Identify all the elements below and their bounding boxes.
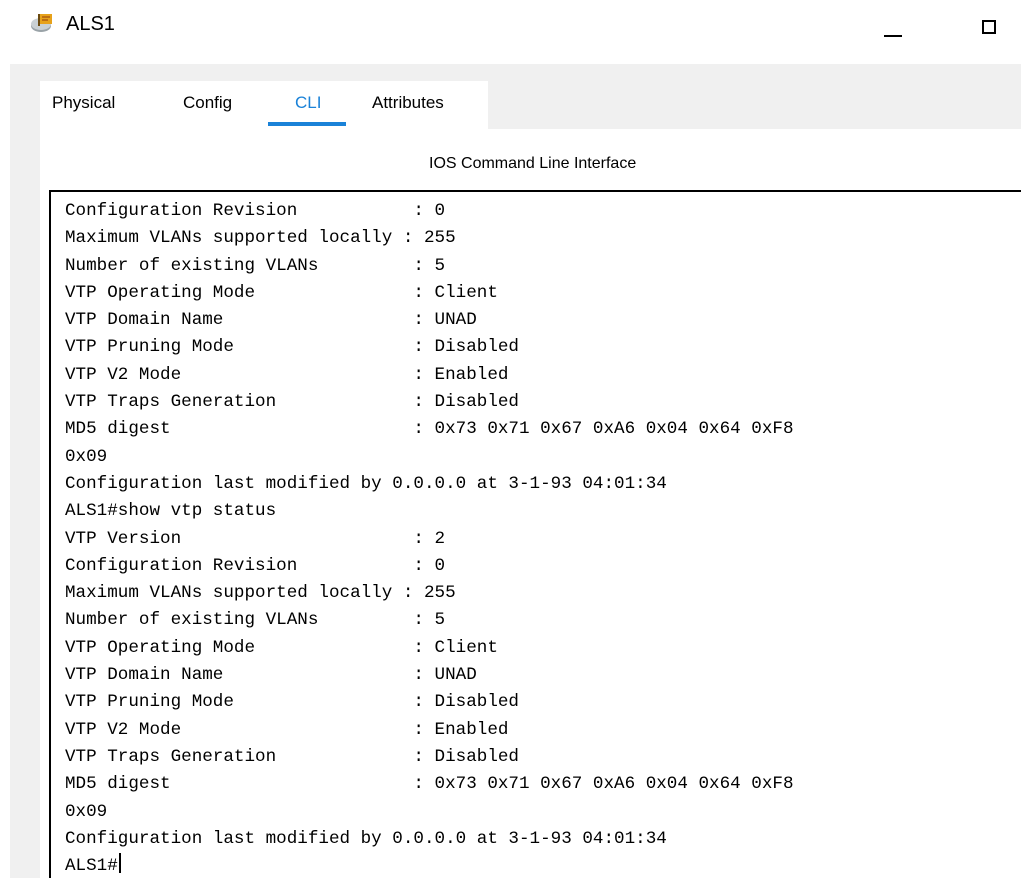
- console-line: Number of existing VLANs : 5: [65, 610, 446, 631]
- console-line: VTP Operating Mode : Client: [65, 637, 498, 658]
- window-title: ALS1: [66, 13, 115, 35]
- console-line: VTP Traps Generation : Disabled: [65, 746, 519, 767]
- console-line: Maximum VLANs supported locally : 255: [65, 583, 456, 604]
- console-line: Configuration last modified by 0.0.0.0 a…: [65, 473, 667, 494]
- minimize-button[interactable]: [868, 8, 908, 48]
- router-device-icon: [31, 14, 52, 32]
- console-line: Configuration Revision : 0: [65, 201, 446, 221]
- console-line: 0x09: [65, 446, 108, 467]
- console-line: VTP Domain Name : UNAD: [65, 310, 477, 331]
- console-line: Configuration Revision : 0: [65, 555, 446, 576]
- minimize-icon: [884, 35, 902, 37]
- console-line: Number of existing VLANs : 5: [65, 255, 446, 276]
- cli-console[interactable]: Configuration Revision : 0 Maximum VLANs…: [49, 190, 1021, 878]
- console-line: Configuration last modified by 0.0.0.0 a…: [65, 828, 667, 849]
- console-line: VTP Pruning Mode : Disabled: [65, 692, 519, 713]
- console-line: VTP Operating Mode : Client: [65, 282, 498, 303]
- title-bar: ALS1: [0, 0, 1021, 56]
- tab-physical[interactable]: Physical: [52, 93, 115, 113]
- console-line: Maximum VLANs supported locally : 255: [65, 228, 456, 249]
- tab-attributes[interactable]: Attributes: [372, 93, 444, 113]
- text-cursor: [118, 853, 121, 874]
- console-line: VTP Version : 2: [65, 528, 446, 549]
- tab-cli[interactable]: CLI: [295, 93, 321, 113]
- console-output[interactable]: Configuration Revision : 0 Maximum VLANs…: [65, 198, 794, 878]
- cli-caption: IOS Command Line Interface: [429, 155, 637, 172]
- maximize-icon: [982, 20, 996, 34]
- console-line: MD5 digest : 0x73 0x71 0x67 0xA6 0x04 0x…: [65, 774, 794, 795]
- maximize-button[interactable]: [968, 8, 1008, 48]
- console-line: VTP Domain Name : UNAD: [65, 665, 477, 686]
- console-line: VTP V2 Mode : Enabled: [65, 719, 509, 740]
- active-tab-indicator: [268, 122, 346, 126]
- console-line: MD5 digest : 0x73 0x71 0x67 0xA6 0x04 0x…: [65, 419, 794, 440]
- console-line: VTP V2 Mode : Enabled: [65, 364, 509, 385]
- console-line: VTP Pruning Mode : Disabled: [65, 337, 519, 358]
- console-line: ALS1#: [65, 856, 118, 877]
- console-line: VTP Traps Generation : Disabled: [65, 392, 519, 413]
- console-line: 0x09: [65, 801, 108, 822]
- tab-config[interactable]: Config: [183, 93, 232, 113]
- console-line: ALS1#show vtp status: [65, 501, 277, 522]
